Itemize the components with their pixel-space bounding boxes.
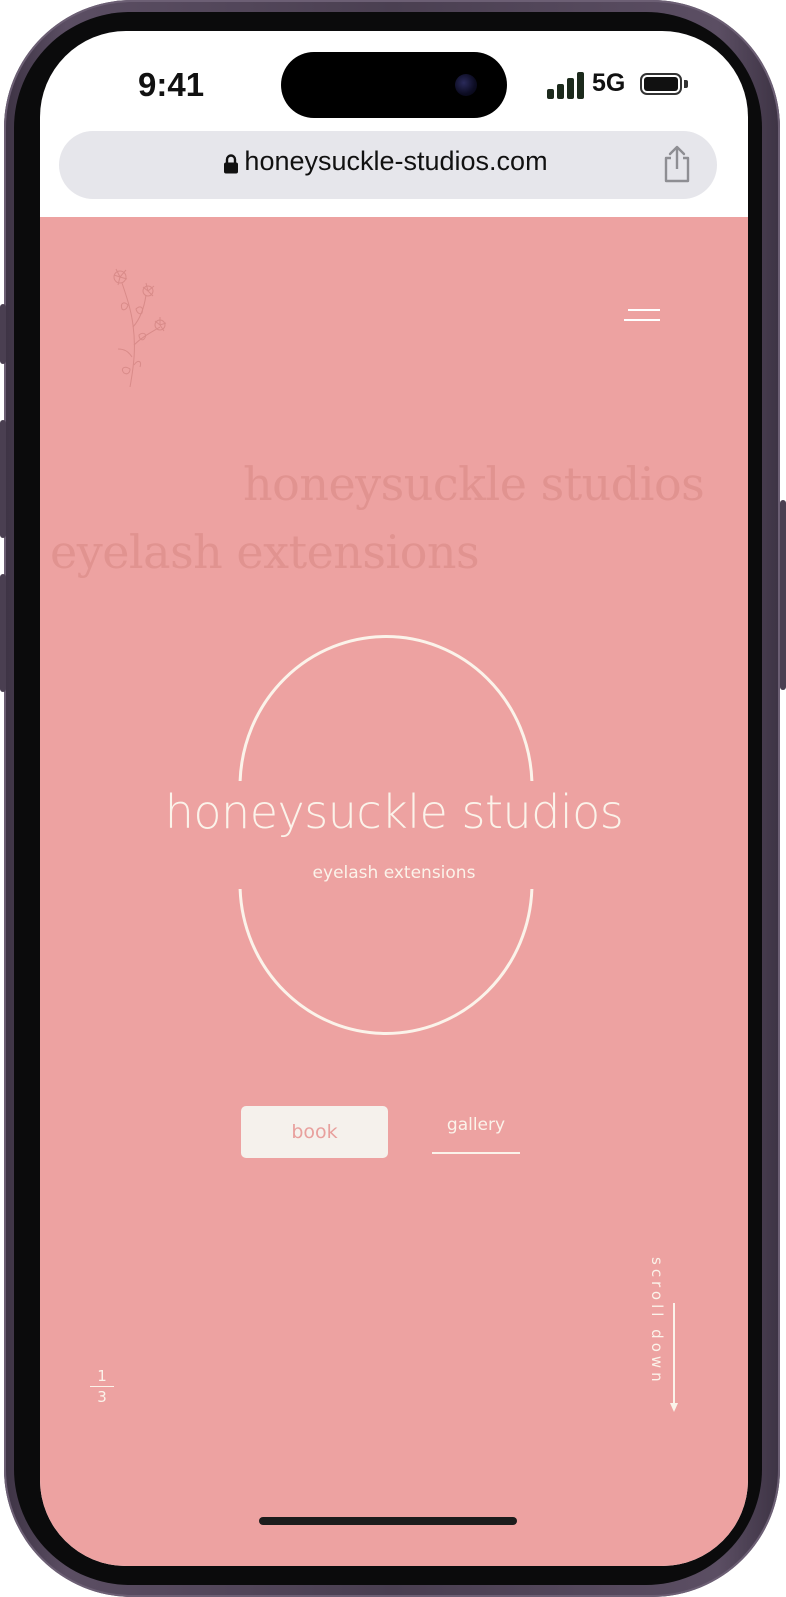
cellular-signal-icon xyxy=(547,71,585,99)
battery-cap xyxy=(684,80,688,88)
page-fraction-bar xyxy=(90,1386,114,1387)
page-total: 3 xyxy=(97,1388,107,1406)
front-camera xyxy=(455,74,477,96)
volume-down-button xyxy=(0,574,6,692)
network-type: 5G xyxy=(592,69,626,97)
status-time: 9:41 xyxy=(138,66,205,103)
scroll-down-label[interactable]: scroll down xyxy=(648,1257,666,1386)
browser-toolbar: honeysuckle-studios.com xyxy=(40,131,748,217)
brand-name: honeysuckle studios xyxy=(164,785,624,839)
home-indicator[interactable] xyxy=(259,1517,517,1525)
volume-up-button xyxy=(0,420,6,538)
battery-level-fill xyxy=(644,77,678,91)
address-bar[interactable]: honeysuckle-studios.com xyxy=(59,131,717,199)
book-button[interactable]: book xyxy=(241,1106,388,1158)
arrow-down-icon[interactable] xyxy=(670,1403,678,1412)
background-title: honeysuckle studios xyxy=(243,457,705,511)
screen: 9:41 5G honeysuckle-studios.com honeysuc… xyxy=(40,31,748,1566)
page-current: 1 xyxy=(97,1367,107,1385)
url-text: honeysuckle-studios.com xyxy=(244,146,548,176)
battery-icon xyxy=(640,73,682,95)
power-button xyxy=(780,500,786,690)
hamburger-menu-icon[interactable] xyxy=(624,309,660,327)
action-button xyxy=(0,304,6,364)
website-hero: honeysuckle studios eyelash extensions h… xyxy=(40,217,748,1566)
flower-sprig-icon[interactable] xyxy=(106,265,168,387)
page-counter: 1 3 xyxy=(90,1367,114,1406)
gallery-link-underline xyxy=(432,1152,520,1154)
status-bar: 9:41 5G xyxy=(40,31,748,131)
share-icon[interactable] xyxy=(661,144,693,184)
gallery-link[interactable]: gallery xyxy=(432,1115,520,1135)
dynamic-island xyxy=(281,52,507,118)
emblem-circle xyxy=(238,635,534,1035)
scroll-down-line xyxy=(673,1303,675,1407)
brand-tagline: eyelash extensions xyxy=(312,863,476,883)
background-subtitle: eyelash extensions xyxy=(50,525,480,579)
